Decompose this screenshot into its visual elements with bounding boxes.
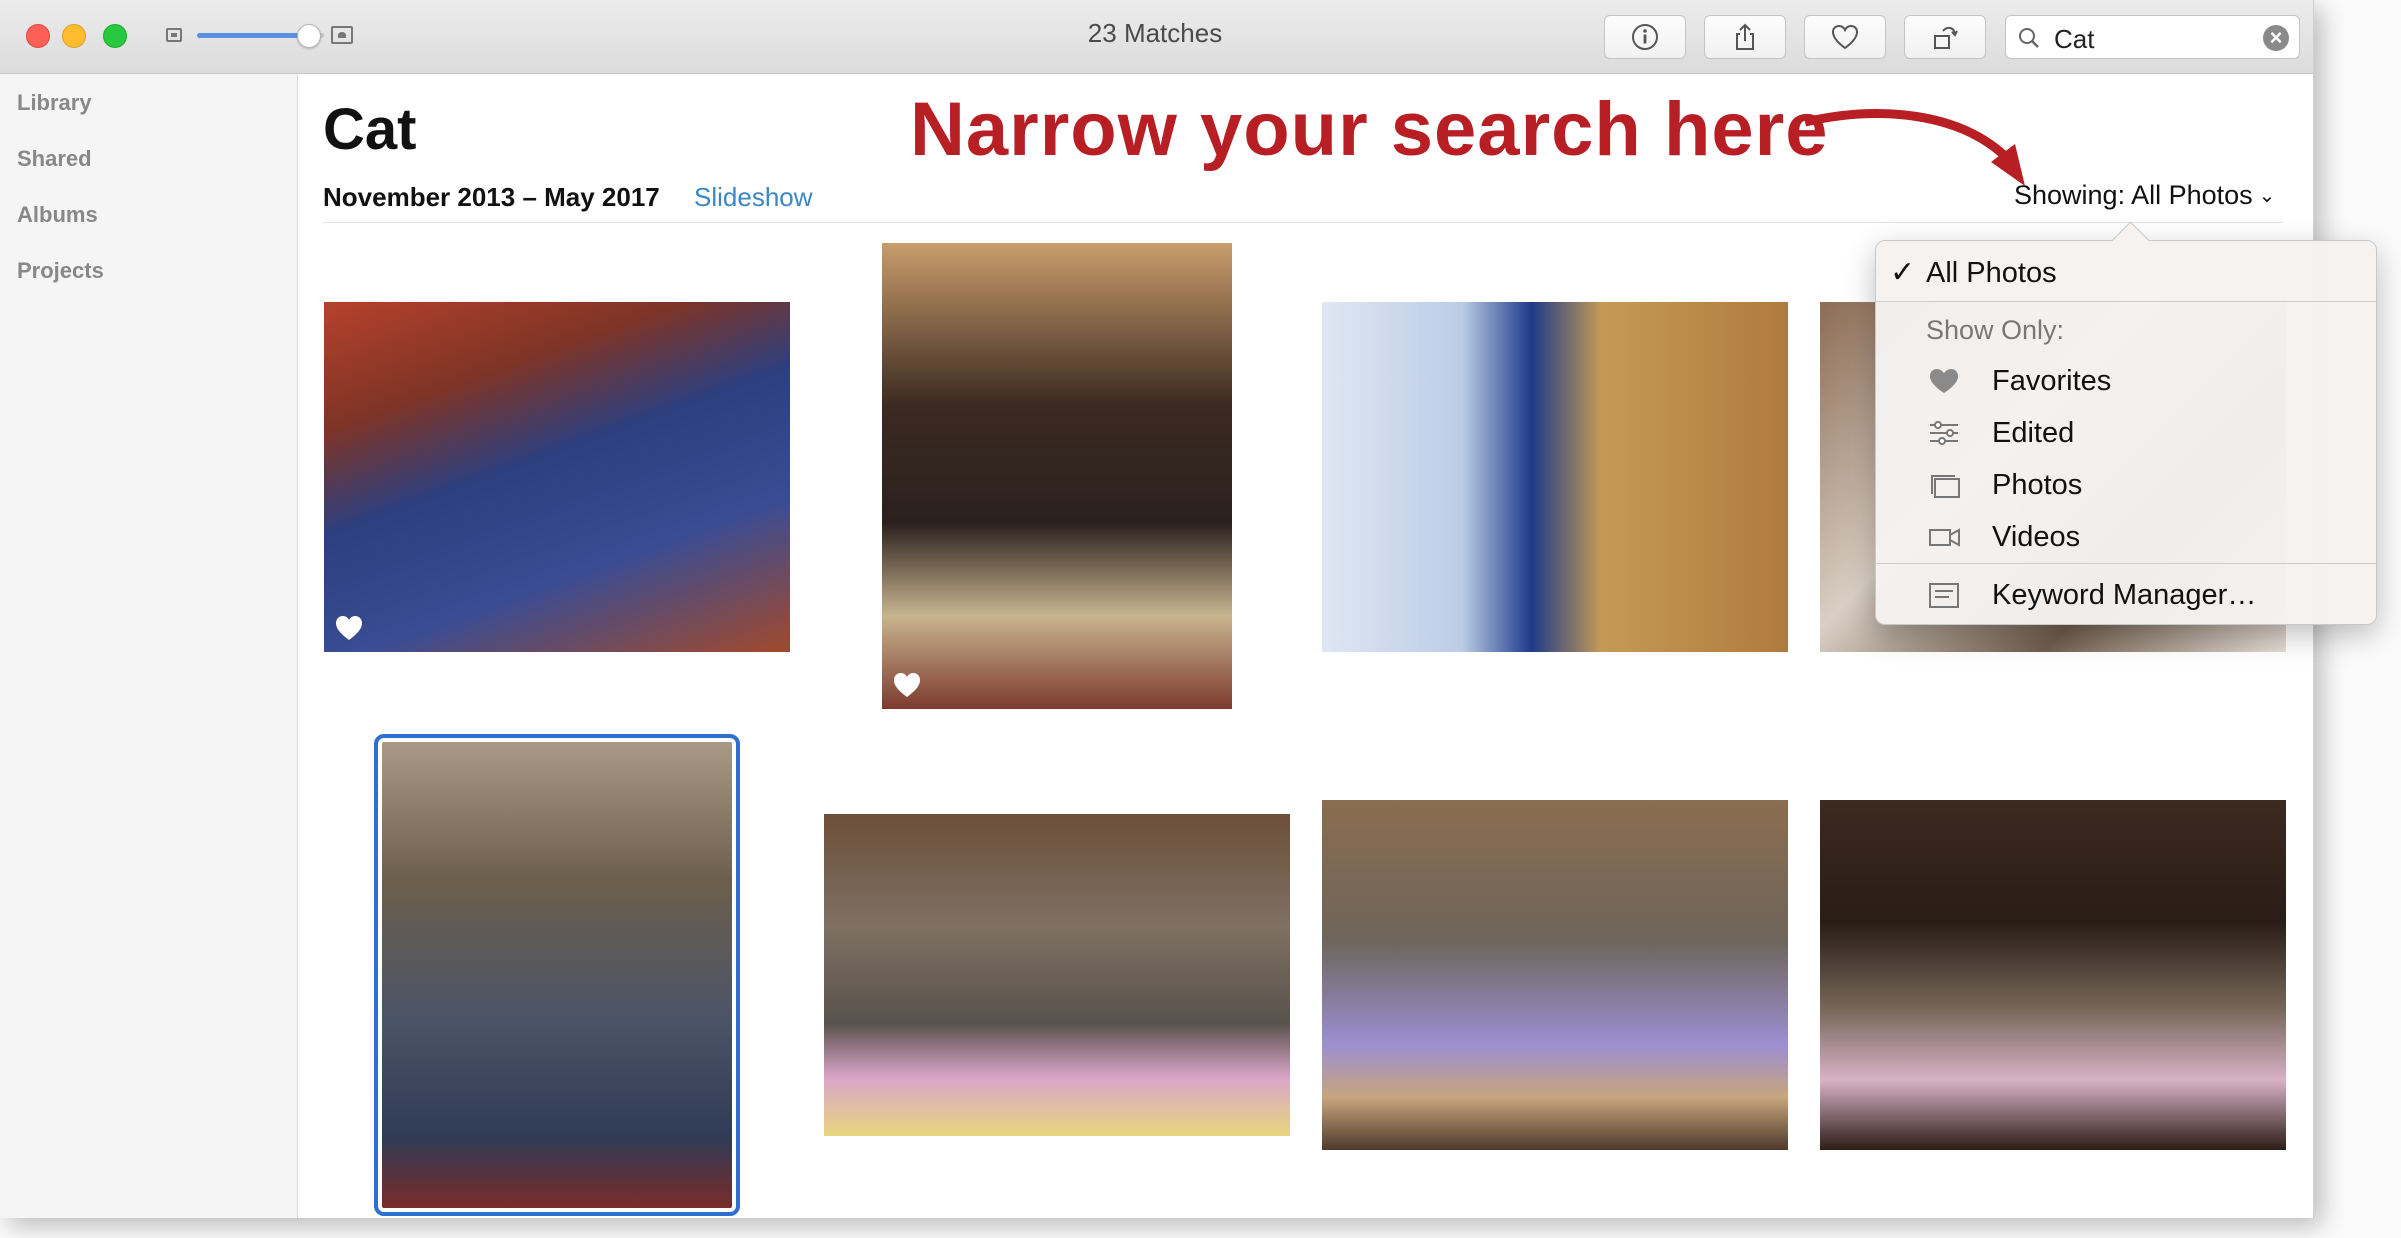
header-divider <box>323 222 2283 223</box>
menu-item-keyword-manager[interactable]: Keyword Manager… <box>1992 579 2256 612</box>
keyword-icon <box>1929 583 1959 608</box>
photo-thumbnail[interactable] <box>882 243 1232 709</box>
photo-thumbnail[interactable] <box>1820 800 2286 1150</box>
photo-thumbnail[interactable] <box>824 814 1290 1136</box>
minimize-window-button[interactable] <box>62 24 86 48</box>
sidebar-item-shared[interactable]: Shared <box>17 146 92 172</box>
menu-separator <box>1876 301 2376 302</box>
page-title: Cat <box>323 97 417 162</box>
showing-label: Showing: All Photos <box>2014 180 2253 210</box>
slideshow-link[interactable]: Slideshow <box>694 182 813 213</box>
clear-search-icon[interactable]: × <box>2263 25 2289 51</box>
menu-item-favorites[interactable]: Favorites <box>1992 365 2111 398</box>
search-icon <box>2019 28 2039 48</box>
sliders-icon <box>1930 421 1958 445</box>
sidebar-item-library[interactable]: Library <box>17 90 92 116</box>
search-input[interactable]: Cat <box>2054 24 2094 55</box>
menu-section-header: Show Only: <box>1926 315 2065 345</box>
showing-filter-dropdown[interactable]: Showing: All Photos ⌄ <box>2014 180 2275 211</box>
info-icon <box>1632 24 1658 50</box>
photos-stack-icon <box>1931 475 1960 498</box>
favorite-heart-icon <box>894 673 920 697</box>
share-button[interactable] <box>1704 15 1786 59</box>
share-icon <box>1736 23 1754 50</box>
rotate-icon <box>1934 26 1958 49</box>
sidebar: Library Shared Albums Projects <box>0 74 298 1218</box>
menu-item-edited[interactable]: Edited <box>1992 417 2074 450</box>
annotation-text: Narrow your search here <box>910 87 1829 172</box>
sidebar-item-projects[interactable]: Projects <box>17 258 104 284</box>
heart-icon <box>1930 369 1958 393</box>
photo-thumbnail-selected[interactable] <box>374 734 740 1216</box>
info-button[interactable] <box>1604 15 1686 59</box>
heart-icon <box>1831 24 1859 50</box>
thumbnail-size-slider[interactable] <box>197 33 312 38</box>
photo-thumbnail[interactable] <box>324 302 790 652</box>
favorite-button[interactable] <box>1804 15 1886 59</box>
large-thumbnail-icon <box>331 26 353 44</box>
window-title: 23 Matches <box>1087 18 1223 48</box>
small-thumbnail-icon <box>166 28 182 42</box>
favorite-heart-icon <box>336 616 362 640</box>
slider-knob[interactable] <box>297 24 321 48</box>
close-window-button[interactable] <box>26 24 50 48</box>
video-camera-icon <box>1929 528 1960 547</box>
chevron-down-icon: ⌄ <box>2258 185 2276 207</box>
checkmark-icon: ✓ <box>1890 256 1916 289</box>
menu-item-all-photos[interactable]: All Photos <box>1926 257 2057 290</box>
rotate-button[interactable] <box>1904 15 1986 59</box>
zoom-window-button[interactable] <box>103 24 127 48</box>
menu-item-videos[interactable]: Videos <box>1992 521 2080 554</box>
menu-separator <box>1876 563 2376 564</box>
photo-thumbnail[interactable] <box>1322 302 1788 652</box>
showing-menu: ✓ All Photos Show Only: Favorites Edited… <box>1875 240 2377 625</box>
title-bar: 23 Matches Cat × <box>0 0 2313 74</box>
search-field[interactable]: Cat × <box>2005 15 2300 59</box>
photo-thumbnail[interactable] <box>1322 800 1788 1150</box>
sidebar-item-albums[interactable]: Albums <box>17 202 98 228</box>
date-range: November 2013 – May 2017 <box>323 182 660 212</box>
menu-item-photos[interactable]: Photos <box>1992 469 2082 502</box>
